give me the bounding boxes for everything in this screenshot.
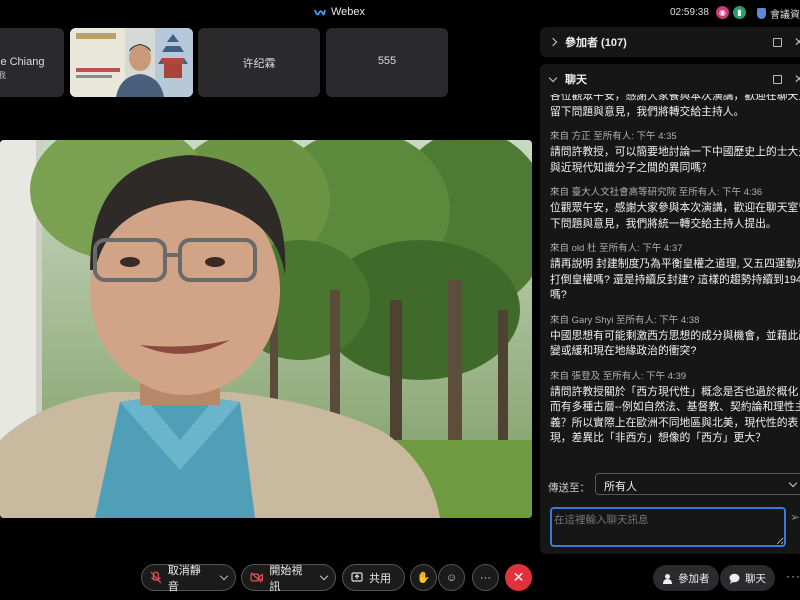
app-title-text: Webex — [331, 6, 366, 18]
send-to-value: 所有人 — [604, 481, 637, 493]
unmute-label: 取消靜音 — [167, 564, 201, 593]
more-options-button[interactable]: ··· — [472, 564, 499, 591]
reactions-button[interactable]: ☺ — [438, 564, 465, 591]
participant-video — [70, 28, 193, 97]
ellipsis-icon: ··· — [480, 571, 491, 584]
chat-message-meta: 來自 old 杜 至所有人: 下午 4:37 — [550, 243, 683, 254]
start-video-label: 開始視訊 — [269, 564, 303, 593]
chat-message-text: 中國思想有可能剩激西方思想的成分與機會，並藉此改變或緩和現在地緣政治的衝突? — [550, 329, 800, 358]
participant-tile[interactable]: 555 — [326, 28, 448, 97]
participant-name: 555 — [377, 55, 397, 67]
close-icon[interactable]: ✕ — [794, 72, 800, 86]
participant-tile[interactable]: 许纪霖 — [198, 28, 320, 97]
chat-message: 來自 Gary Shyi 至所有人: 下午 4:38 中國思想有可能剩激西方思想… — [550, 312, 800, 360]
chat-message: 來自 臺大人文社會高等研究院 至所有人: 下午 4:36 位觀眾午安，感謝大家參… — [550, 184, 800, 232]
close-icon[interactable]: ✕ — [794, 35, 800, 49]
network-health-icon[interactable]: ▮ — [733, 6, 746, 19]
chat-button-label: 聊天 — [745, 572, 766, 585]
participant-name: 许纪霖 — [242, 58, 276, 70]
popout-icon[interactable] — [773, 74, 782, 84]
chat-button[interactable]: 聊天 — [720, 565, 775, 591]
chat-message-list[interactable]: 各位觀眾午安，感謝大家餐與本次演講，歡迎在聊天室留下問題與意見，我們將轉交給主持… — [550, 94, 800, 455]
clock: 02:59:38 — [670, 7, 709, 18]
side-panel: 參加者 (107) ✕ 聊天 ✕ 各位觀眾午安，感謝大家餐與本次演講，歡迎在聊天… — [540, 26, 800, 600]
chevron-down-icon[interactable] — [219, 571, 229, 581]
close-icon: ✕ — [512, 569, 525, 585]
webex-logo-icon — [314, 9, 326, 15]
chat-message-meta: 來自 臺大人文社會高等研究院 至所有人: 下午 4:36 — [550, 187, 763, 198]
smiley-icon: ☺ — [445, 571, 458, 584]
speaker-video-frame — [0, 140, 532, 518]
hand-icon: ✋ — [416, 572, 431, 584]
mic-muted-icon — [150, 571, 162, 584]
meeting-controls: 取消靜音 開始視訊 共用 ✋ ☺ ··· ✕ — [0, 560, 540, 596]
chat-section-header[interactable]: 聊天 ✕ — [540, 64, 800, 94]
more-options-icon[interactable]: ··· — [786, 569, 800, 583]
raise-hand-button[interactable]: ✋ — [410, 564, 437, 591]
chat-message: 來自 張登及 至所有人: 下午 4:39 請問許教授關於「西方現代性」概念是否也… — [550, 368, 800, 447]
unmute-button[interactable]: 取消靜音 — [141, 564, 236, 593]
leave-meeting-button[interactable]: ✕ — [505, 564, 532, 591]
person-icon — [663, 573, 672, 584]
chevron-down-icon — [788, 478, 798, 488]
active-speaker-video — [0, 140, 532, 518]
chat-message-text: 位觀眾午安，感謝大家參與本次演講，歡迎在聊天室留下問題與意見，我們將統一轉交給主… — [550, 202, 800, 230]
chat-message-text: 請再說明 封建制度乃為平衡皇權之道理, 又五四運動是打倒皇權嗎? 還是持續反封建… — [550, 258, 800, 301]
send-to-row: 傳送至： 所有人 — [548, 473, 800, 495]
chevron-right-icon — [548, 37, 558, 47]
recording-icon[interactable]: ◉ — [716, 6, 729, 19]
meeting-info-label: 會議資訊 — [770, 10, 800, 21]
participant-video-tile[interactable] — [70, 28, 193, 97]
participant-tile[interactable]: ie Chiang 我 — [0, 28, 64, 97]
chat-message: 來自 old 杜 至所有人: 下午 4:37 請再說明 封建制度乃為平衡皇權之道… — [550, 240, 800, 304]
popout-icon[interactable] — [773, 37, 782, 47]
participants-button-label: 參加者 — [678, 572, 710, 585]
title-bar: Webex 02:59:38 ◉ ▮ 會議資訊 — [0, 0, 800, 26]
chat-bubble-icon — [729, 573, 740, 584]
send-to-select[interactable]: 所有人 — [595, 473, 800, 495]
chat-message-meta: 來自 方正 至所有人: 下午 4:35 — [550, 131, 677, 142]
chat-message-meta: 來自 Gary Shyi 至所有人: 下午 4:38 — [550, 314, 700, 326]
send-icon[interactable]: ➢ — [790, 510, 800, 524]
chat-message-meta: 來自 張登及 至所有人: 下午 4:39 — [550, 370, 687, 382]
start-video-button[interactable]: 開始視訊 — [241, 564, 336, 593]
chat-title: 聊天 — [565, 74, 587, 86]
meeting-info-button[interactable]: 會議資訊 — [757, 6, 800, 21]
shield-icon — [757, 8, 766, 19]
share-button[interactable]: 共用 — [342, 564, 405, 591]
app-title: Webex — [314, 6, 365, 18]
chat-message-text: 請問許教授，可以簡要地討論一下中國歷史上的士大夫與近現代知識分子之間的異同嗎？ — [550, 146, 800, 174]
chevron-down-icon — [548, 73, 558, 82]
participants-button[interactable]: 參加者 — [653, 565, 719, 591]
send-to-label: 傳送至： — [548, 482, 590, 494]
chevron-down-icon[interactable] — [319, 571, 329, 581]
chat-message-text: 請問許教授關於「西方現代性」概念是否也過於概化，而有多種古層--例如自然法、基督… — [550, 385, 800, 445]
participant-name: ie Chiang — [0, 56, 45, 68]
chat-message-text: 各位觀眾午安，感謝大家餐與本次演講，歡迎在聊天室留下問題與意見，我們將轉交給主持… — [550, 94, 800, 118]
chat-input[interactable] — [550, 507, 786, 547]
share-icon — [351, 572, 363, 582]
share-label: 共用 — [369, 572, 391, 585]
participants-title: 參加者 (107) — [565, 37, 627, 49]
participants-section-header[interactable]: 參加者 (107) ✕ — [540, 27, 800, 57]
chat-message: 來自 方正 至所有人: 下午 4:35 請問許教授，可以簡要地討論一下中國歷史上… — [550, 128, 800, 176]
participant-subtitle: 我 — [0, 71, 6, 80]
video-off-icon — [250, 572, 263, 583]
chat-message: 各位觀眾午安，感謝大家餐與本次演講，歡迎在聊天室留下問題與意見，我們將轉交給主持… — [550, 94, 800, 120]
